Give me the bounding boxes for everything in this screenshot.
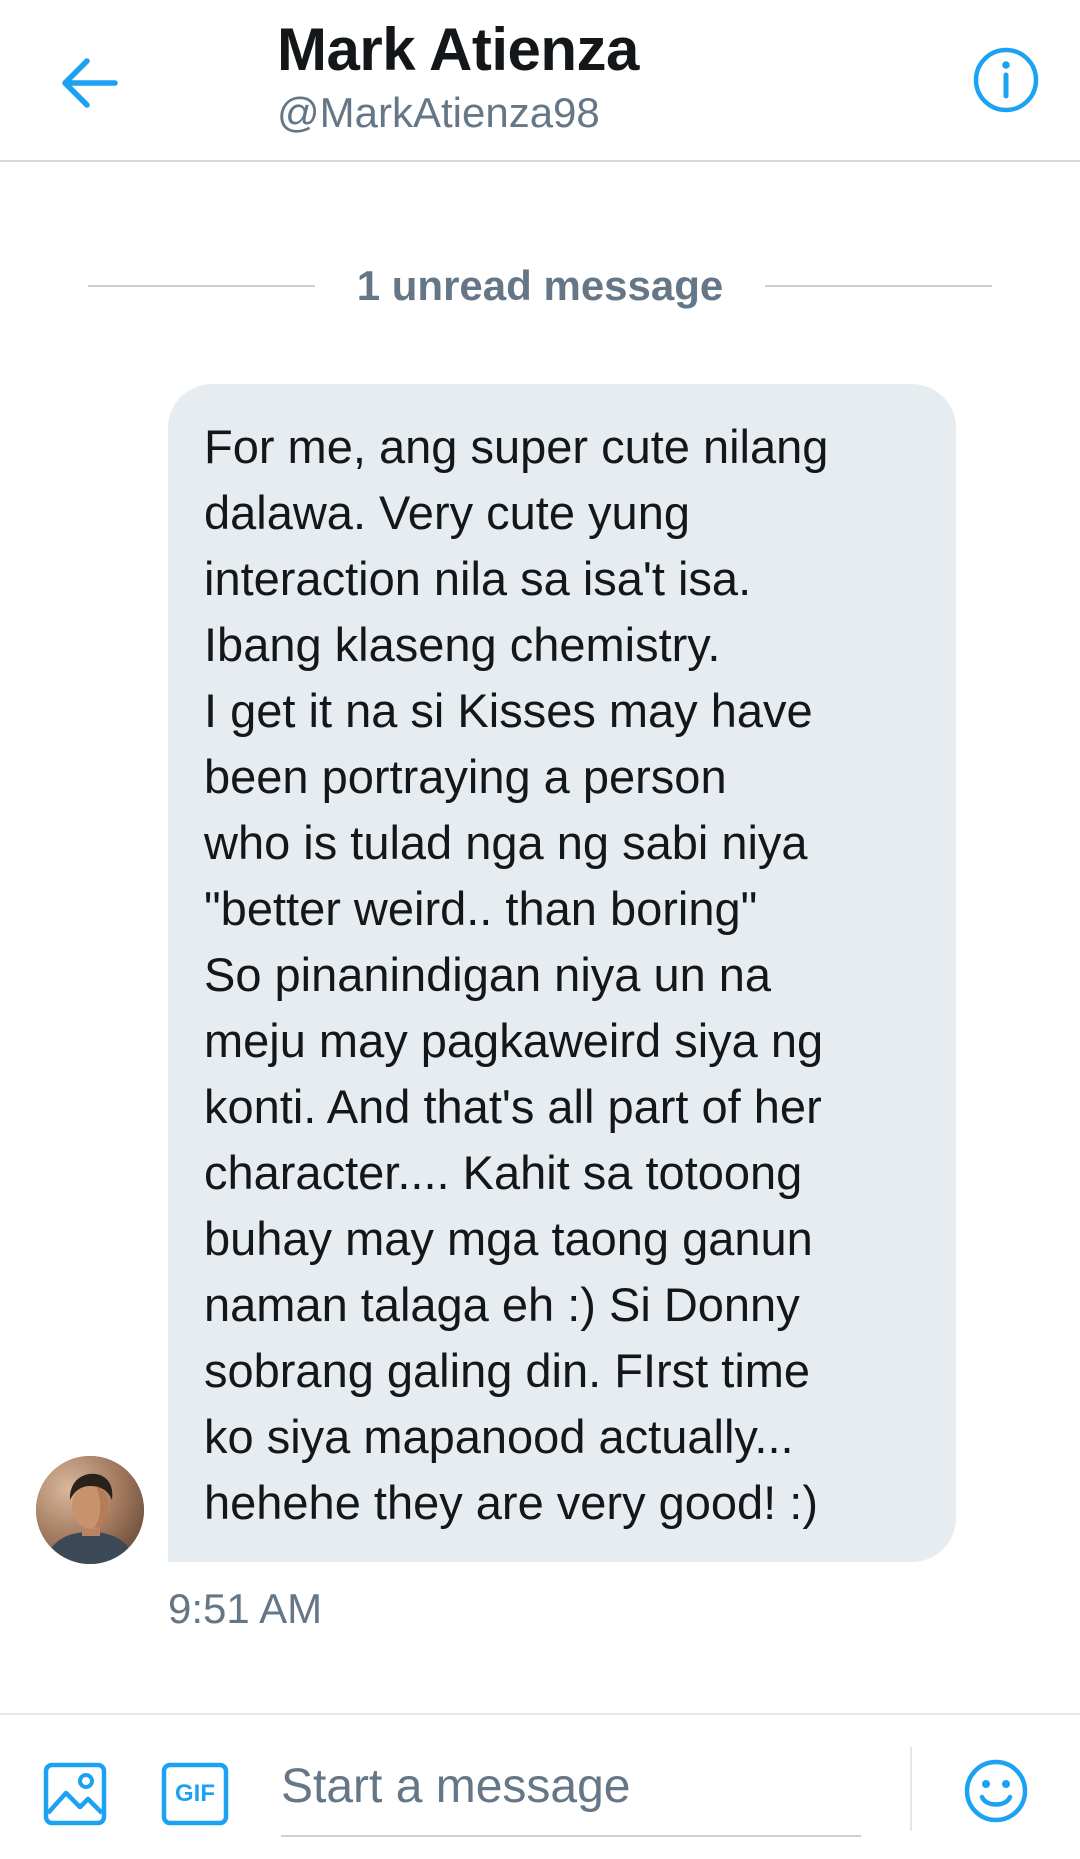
contact-name: Mark Atienza (277, 16, 639, 83)
back-button[interactable] (52, 46, 126, 120)
info-button[interactable] (970, 44, 1042, 116)
message-composer: GIF (0, 1713, 1080, 1859)
message-text-line: meju may pagkaweird siya ng (204, 1014, 824, 1067)
message-timestamp: 9:51 AM (168, 1585, 323, 1632)
message-text-line: character.... Kahit sa totoong (204, 1146, 803, 1199)
message-text-line: So pinanindigan niya un na (204, 948, 772, 1001)
message-text-line: sobrang galing din. FIrst time (204, 1344, 811, 1397)
unread-label: 1 unread message (356, 262, 724, 309)
message-text-line: ko siya mapanood actually... (204, 1410, 794, 1463)
info-icon (973, 47, 1039, 113)
message-input[interactable] (281, 1737, 861, 1835)
emoji-button[interactable] (962, 1757, 1030, 1825)
gif-label: GIF (175, 1780, 215, 1807)
image-icon (43, 1762, 107, 1826)
message-text-line: I get it na si Kisses may have (204, 684, 813, 737)
message-text-line: naman talaga eh :) Si Donny (204, 1278, 800, 1331)
conversation-title-block[interactable]: Mark Atienza @MarkAtienza98 (277, 14, 639, 138)
message-text-line: For me, ang super cute nilang (204, 420, 829, 473)
contact-handle: @MarkAtienza98 (277, 89, 600, 136)
dm-conversation-screen: Mark Atienza @MarkAtienza98 1 unread mes… (0, 0, 1080, 1859)
composer-divider (910, 1747, 912, 1831)
avatar[interactable] (36, 1456, 144, 1564)
message-text-line: Ibang klaseng chemistry. (204, 618, 721, 671)
divider-line-right (765, 285, 993, 287)
message-text-line: buhay may mga taong ganun (204, 1212, 813, 1265)
message-text-line: been portraying a person (204, 750, 727, 803)
message-text-line: "better weird.. than boring" (204, 882, 758, 935)
gif-button[interactable]: GIF (160, 1761, 230, 1827)
divider-line-left (88, 285, 315, 287)
add-media-button[interactable] (42, 1761, 108, 1827)
message-text-line: hehehe they are very good! :) (204, 1476, 819, 1529)
message-bubble[interactable]: For me, ang super cute nilang dalawa. Ve… (168, 384, 956, 1562)
unread-divider: 1 unread message (88, 256, 993, 316)
message-text-line: dalawa. Very cute yung (204, 486, 690, 539)
message-text-line: konti. And that's all part of her (204, 1080, 822, 1133)
message-text-line: who is tulad nga ng sabi niya (204, 816, 808, 869)
message-input-wrapper (281, 1737, 861, 1837)
arrow-left-icon (62, 58, 118, 108)
avatar-photo (36, 1456, 144, 1564)
conversation-header: Mark Atienza @MarkAtienza98 (0, 0, 1080, 162)
emoji-icon (964, 1759, 1028, 1823)
message-text-line: interaction nila sa isa't isa. (204, 552, 752, 605)
